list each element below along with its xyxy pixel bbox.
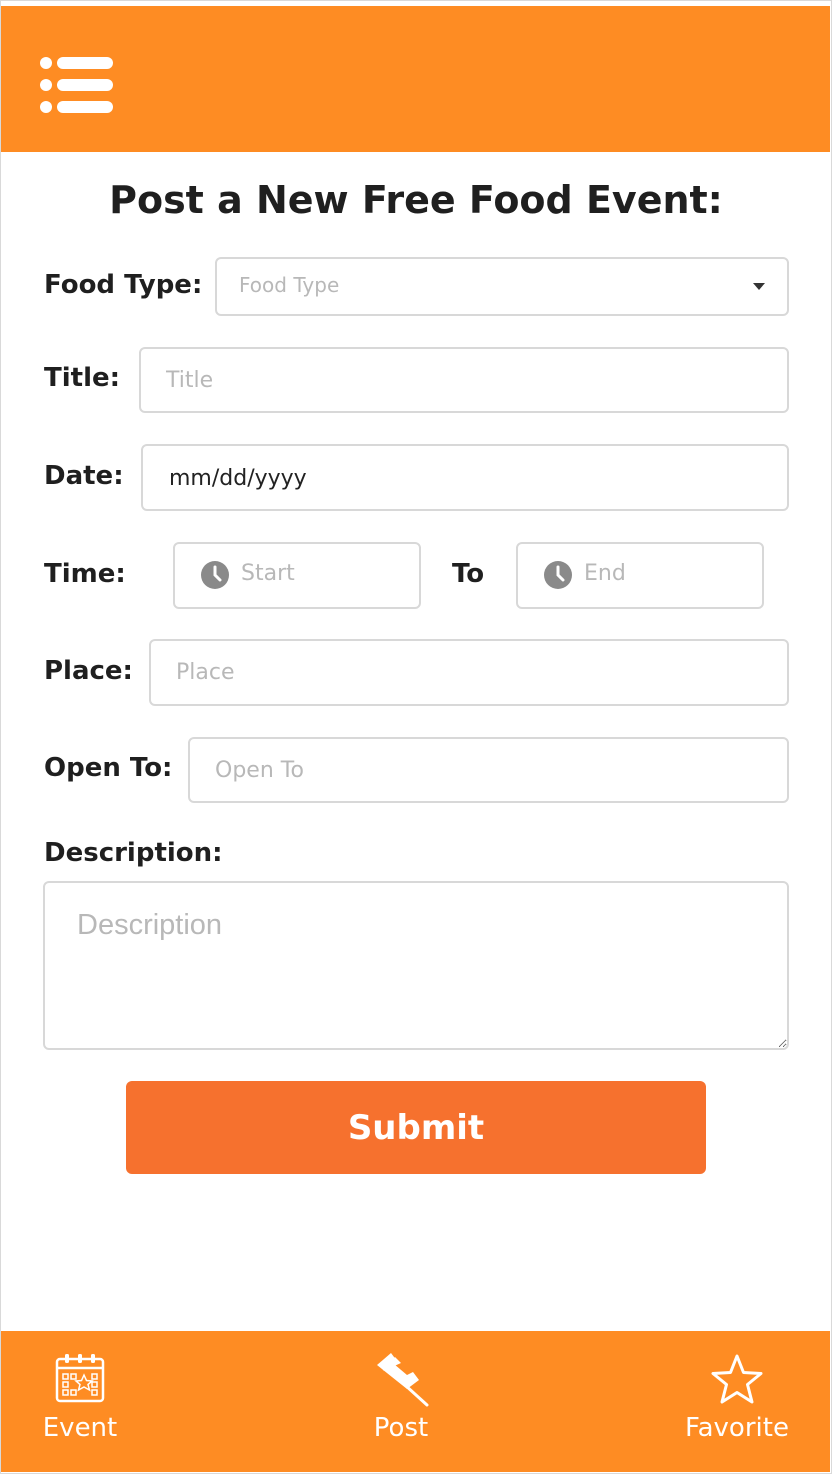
place-label: Place:	[44, 656, 133, 686]
date-input[interactable]: mm/dd/yyyy	[141, 444, 789, 511]
open-to-input[interactable]	[188, 737, 789, 803]
end-time-input[interactable]: End	[516, 542, 764, 609]
food-type-select[interactable]: Food Type	[215, 257, 789, 316]
calendar-icon	[55, 1354, 105, 1403]
bottom-nav-bar: Event Post Favorite	[1, 1331, 830, 1472]
end-time-placeholder: End	[584, 561, 626, 586]
nav-item-post[interactable]: Post	[341, 1331, 461, 1472]
pushpin-icon	[377, 1353, 429, 1407]
date-input-value: mm/dd/yyyy	[169, 466, 307, 491]
title-label: Title:	[44, 363, 121, 393]
hamburger-list-icon[interactable]	[39, 56, 115, 116]
date-label: Date:	[44, 461, 124, 491]
top-app-bar	[1, 6, 830, 152]
place-input[interactable]	[149, 639, 789, 706]
nav-item-label: Post	[373, 1413, 429, 1443]
time-label: Time:	[44, 559, 126, 589]
clock-icon	[544, 561, 572, 589]
open-to-label: Open To:	[44, 753, 173, 783]
description-label: Description:	[44, 838, 223, 868]
submit-button[interactable]: Submit	[126, 1081, 706, 1174]
start-time-input[interactable]: Start	[173, 542, 421, 609]
description-textarea[interactable]	[43, 881, 789, 1050]
star-icon	[711, 1354, 763, 1404]
start-time-placeholder: Start	[241, 561, 295, 586]
page-title: Post a New Free Food Event:	[109, 178, 723, 222]
nav-item-label: Event	[42, 1413, 118, 1443]
time-to-label: To	[452, 559, 485, 589]
clock-icon	[201, 561, 229, 589]
food-type-label: Food Type:	[44, 270, 203, 300]
nav-item-favorite[interactable]: Favorite	[681, 1331, 793, 1472]
food-type-selected-value: Food Type	[239, 273, 340, 297]
title-input[interactable]	[139, 347, 789, 413]
nav-item-event[interactable]: Event	[21, 1331, 139, 1472]
nav-item-label: Favorite	[685, 1413, 789, 1443]
chevron-down-icon	[753, 283, 765, 290]
